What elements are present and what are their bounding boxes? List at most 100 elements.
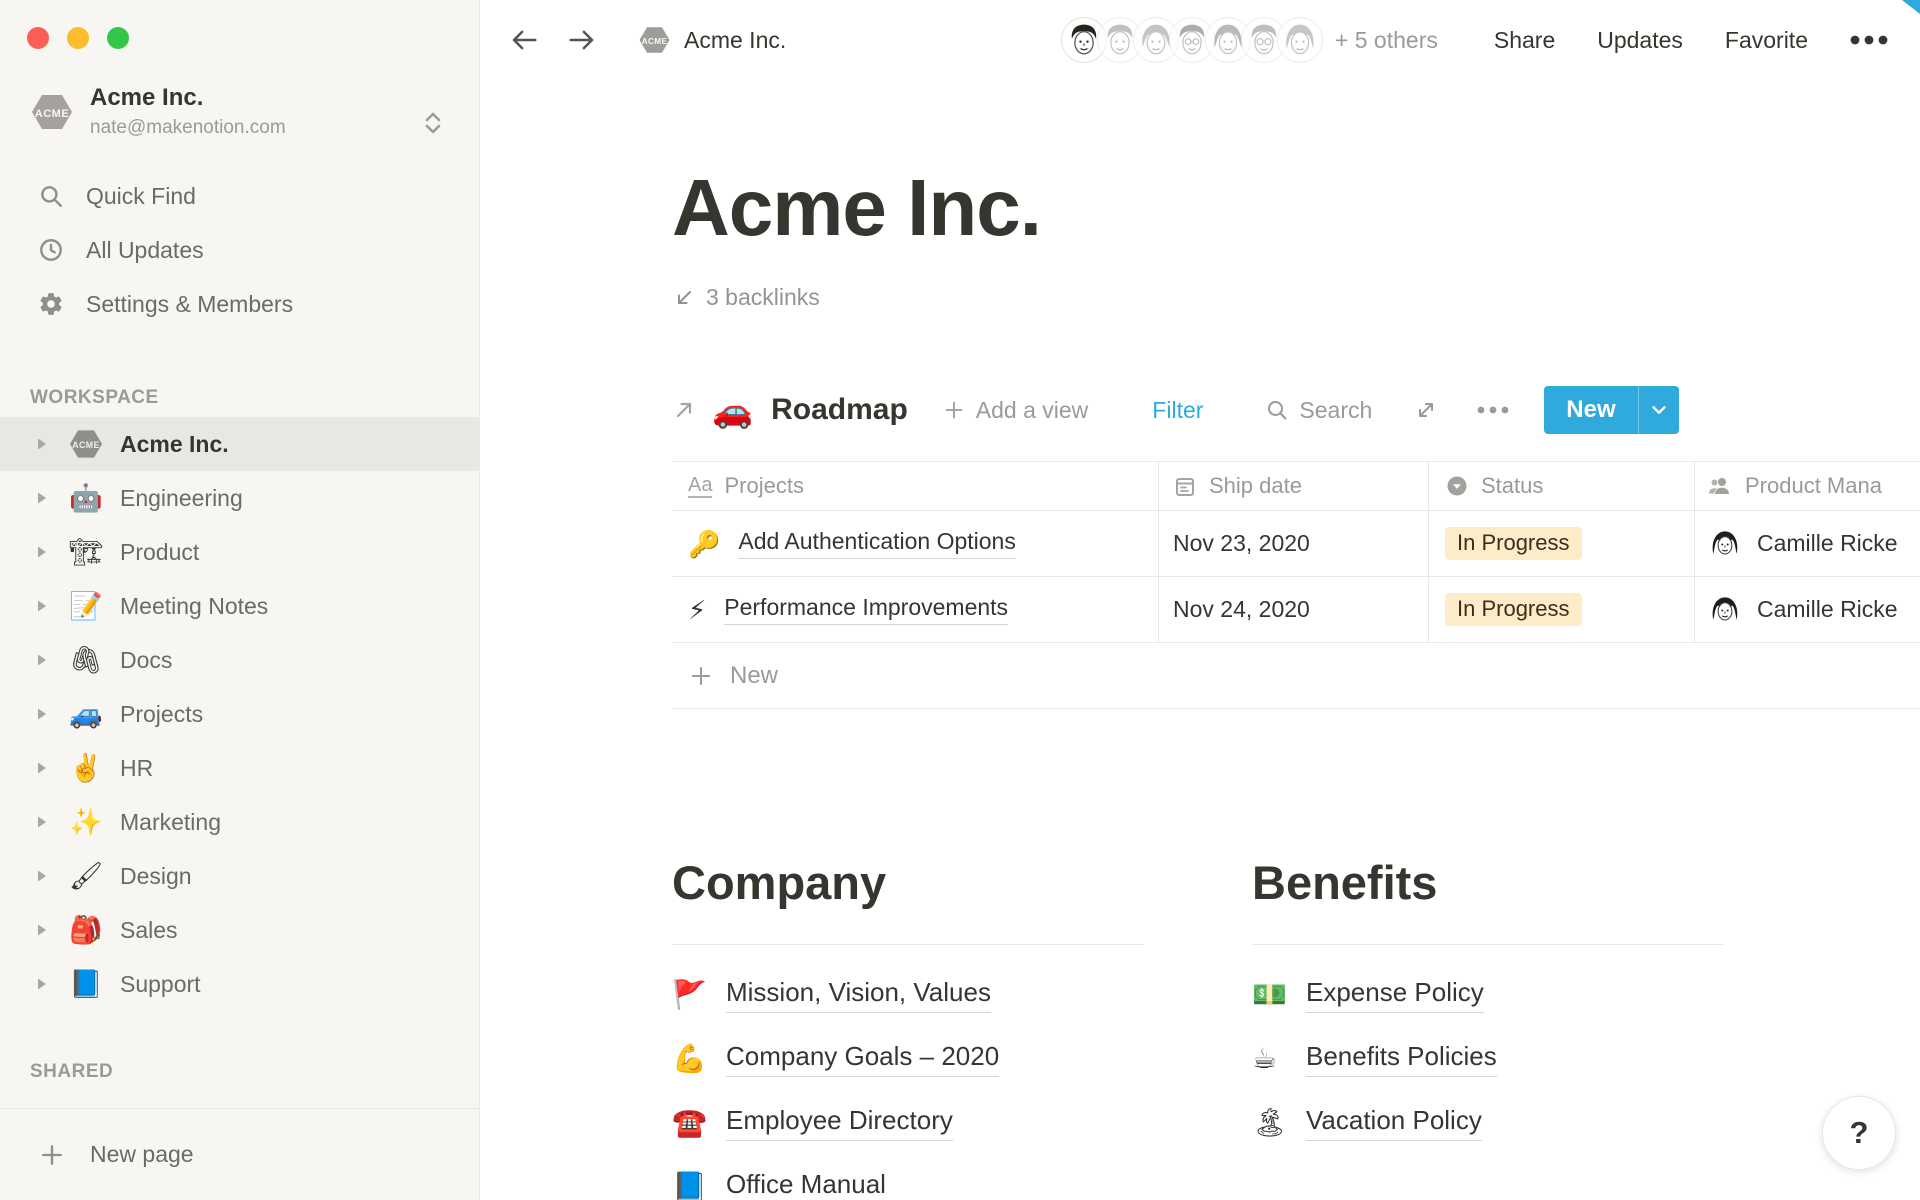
collection-more-button[interactable] xyxy=(1476,398,1510,422)
page-link-office-manual[interactable]: 📘 Office Manual xyxy=(672,1155,886,1200)
table-new-row-button[interactable]: New xyxy=(672,643,1920,709)
sidebar-item-all-updates[interactable]: All Updates xyxy=(0,223,479,277)
disclosure-triangle-icon[interactable] xyxy=(34,652,50,668)
sidebar-item-label: All Updates xyxy=(86,237,204,264)
search-icon xyxy=(1265,398,1289,422)
disclosure-triangle-icon[interactable] xyxy=(34,868,50,884)
sidebar-page-acme-inc[interactable]: ACME Acme Inc. xyxy=(0,417,479,471)
status-cell[interactable]: In Progress xyxy=(1429,511,1695,576)
column-header-projects[interactable]: Aa Projects xyxy=(672,462,1159,510)
sidebar-page-product[interactable]: 🏗 Product xyxy=(0,525,479,579)
ship-date-cell[interactable]: Nov 24, 2020 xyxy=(1159,577,1429,642)
acme-logo-icon: ACME xyxy=(638,25,671,55)
close-window-button[interactable] xyxy=(27,27,49,49)
help-button[interactable]: ? xyxy=(1822,1096,1896,1170)
filter-button[interactable]: Filter xyxy=(1152,397,1203,424)
sidebar-page-docs[interactable]: 🖇 Docs xyxy=(0,633,479,687)
zoom-window-button[interactable] xyxy=(107,27,129,49)
project-page-link[interactable]: Add Authentication Options xyxy=(738,528,1015,559)
page-link-label: Marketing xyxy=(120,809,221,836)
column-header-product-manager[interactable]: Product Mana xyxy=(1695,462,1920,510)
shared-section-header[interactable]: SHARED xyxy=(30,1061,479,1083)
workspace-tree: ACME Acme Inc. 🤖 Engineering 🏗 Product 📝… xyxy=(0,417,479,1011)
disclosure-triangle-icon[interactable] xyxy=(34,598,50,614)
sidebar-page-design[interactable]: 🖌 Design xyxy=(0,849,479,903)
page-content: Acme Inc. 3 backlinks 🚗 Roadmap Add a vi… xyxy=(480,162,1920,1200)
page-link-label: Support xyxy=(120,971,201,998)
status-cell[interactable]: In Progress xyxy=(1429,577,1695,642)
add-view-button[interactable]: Add a view xyxy=(942,397,1089,424)
page-link-benefits-policies[interactable]: ☕ Benefits Policies xyxy=(1252,1027,1497,1091)
sidebar-item-quick-find[interactable]: Quick Find xyxy=(0,169,479,223)
ship-date-cell[interactable]: Nov 23, 2020 xyxy=(1159,511,1429,576)
add-view-label: Add a view xyxy=(976,397,1089,424)
people-icon xyxy=(1707,474,1733,498)
sidebar-page-marketing[interactable]: ✨ Marketing xyxy=(0,795,479,849)
sidebar-item-settings-members[interactable]: Settings & Members xyxy=(0,277,479,331)
share-button[interactable]: Share xyxy=(1494,27,1555,54)
sidebar-page-projects[interactable]: 🚙 Projects xyxy=(0,687,479,741)
page-link-mission-vision-values[interactable]: 🚩 Mission, Vision, Values xyxy=(672,963,991,1027)
forward-button[interactable] xyxy=(566,25,598,55)
owner-cell[interactable]: Camille Ricke xyxy=(1695,511,1920,576)
disclosure-triangle-icon[interactable] xyxy=(34,436,50,452)
page-title[interactable]: Acme Inc. xyxy=(672,162,1920,254)
svg-text:ACME: ACME xyxy=(35,108,69,120)
disclosure-triangle-icon[interactable] xyxy=(34,976,50,992)
new-record-split-button[interactable]: New xyxy=(1544,386,1678,434)
disclosure-triangle-icon[interactable] xyxy=(34,544,50,560)
others-count-label[interactable]: + 5 others xyxy=(1335,27,1438,54)
section-heading[interactable]: Company xyxy=(672,855,1144,910)
new-page-label: New page xyxy=(90,1141,194,1168)
disclosure-triangle-icon[interactable] xyxy=(34,706,50,722)
workspace-section-header[interactable]: WORKSPACE xyxy=(30,387,479,409)
project-cell[interactable]: 🔑 Add Authentication Options xyxy=(672,511,1159,576)
sidebar-page-support[interactable]: 📘 Support xyxy=(0,957,479,1011)
owner-name: Camille Ricke xyxy=(1757,530,1898,557)
new-record-dropdown-button[interactable] xyxy=(1639,399,1679,421)
svg-text:ACME: ACME xyxy=(642,37,668,46)
more-options-button[interactable] xyxy=(1848,25,1890,55)
sidebar-page-sales[interactable]: 🎒 Sales xyxy=(0,903,479,957)
page-emoji: 🚙 xyxy=(66,701,106,728)
disclosure-triangle-icon[interactable] xyxy=(34,922,50,938)
svg-text:ACME: ACME xyxy=(72,440,100,450)
plus-icon xyxy=(942,398,966,422)
updates-button[interactable]: Updates xyxy=(1597,27,1683,54)
owner-cell[interactable]: Camille Ricke xyxy=(1695,577,1920,642)
search-button[interactable]: Search xyxy=(1265,397,1372,424)
new-page-button[interactable]: New page xyxy=(0,1108,479,1200)
status-badge[interactable]: In Progress xyxy=(1445,593,1582,626)
page-emoji: ☎️ xyxy=(672,1109,716,1137)
collection-title[interactable]: Roadmap xyxy=(771,393,908,427)
project-page-link[interactable]: Performance Improvements xyxy=(724,594,1008,625)
sidebar-page-meeting-notes[interactable]: 📝 Meeting Notes xyxy=(0,579,479,633)
open-as-page-icon[interactable] xyxy=(672,398,696,422)
back-button[interactable] xyxy=(508,25,540,55)
page-link-vacation-policy[interactable]: 🏝 Vacation Policy xyxy=(1252,1091,1482,1155)
new-record-button[interactable]: New xyxy=(1544,396,1637,424)
sidebar-page-engineering[interactable]: 🤖 Engineering xyxy=(0,471,479,525)
column-header-ship-date[interactable]: Ship date xyxy=(1159,462,1429,510)
page-link-company-goals[interactable]: 💪 Company Goals – 2020 xyxy=(672,1027,999,1091)
expand-icon[interactable] xyxy=(1414,398,1438,422)
page-link-expense-policy[interactable]: 💵 Expense Policy xyxy=(1252,963,1484,1027)
workspace-name: Acme Inc. xyxy=(90,84,286,112)
column-header-status[interactable]: Status xyxy=(1429,462,1695,510)
minimize-window-button[interactable] xyxy=(67,27,89,49)
breadcrumb[interactable]: ACME Acme Inc. xyxy=(638,25,786,55)
backlinks-button[interactable]: 3 backlinks xyxy=(672,284,820,311)
section-heading[interactable]: Benefits xyxy=(1252,855,1724,910)
status-badge[interactable]: In Progress xyxy=(1445,527,1582,560)
collaborator-avatar[interactable] xyxy=(1277,17,1323,63)
project-cell[interactable]: ⚡ Performance Improvements xyxy=(672,577,1159,642)
favorite-button[interactable]: Favorite xyxy=(1725,27,1808,54)
owner-name: Camille Ricke xyxy=(1757,596,1898,623)
sidebar-page-hr[interactable]: ✌️ HR xyxy=(0,741,479,795)
page-link-employee-directory[interactable]: ☎️ Employee Directory xyxy=(672,1091,953,1155)
workspace-switcher[interactable]: ACME Acme Inc. nate@makenotion.com xyxy=(0,76,479,147)
disclosure-triangle-icon[interactable] xyxy=(34,814,50,830)
disclosure-triangle-icon[interactable] xyxy=(34,760,50,776)
disclosure-triangle-icon[interactable] xyxy=(34,490,50,506)
workspace-switch-icon xyxy=(421,110,445,136)
